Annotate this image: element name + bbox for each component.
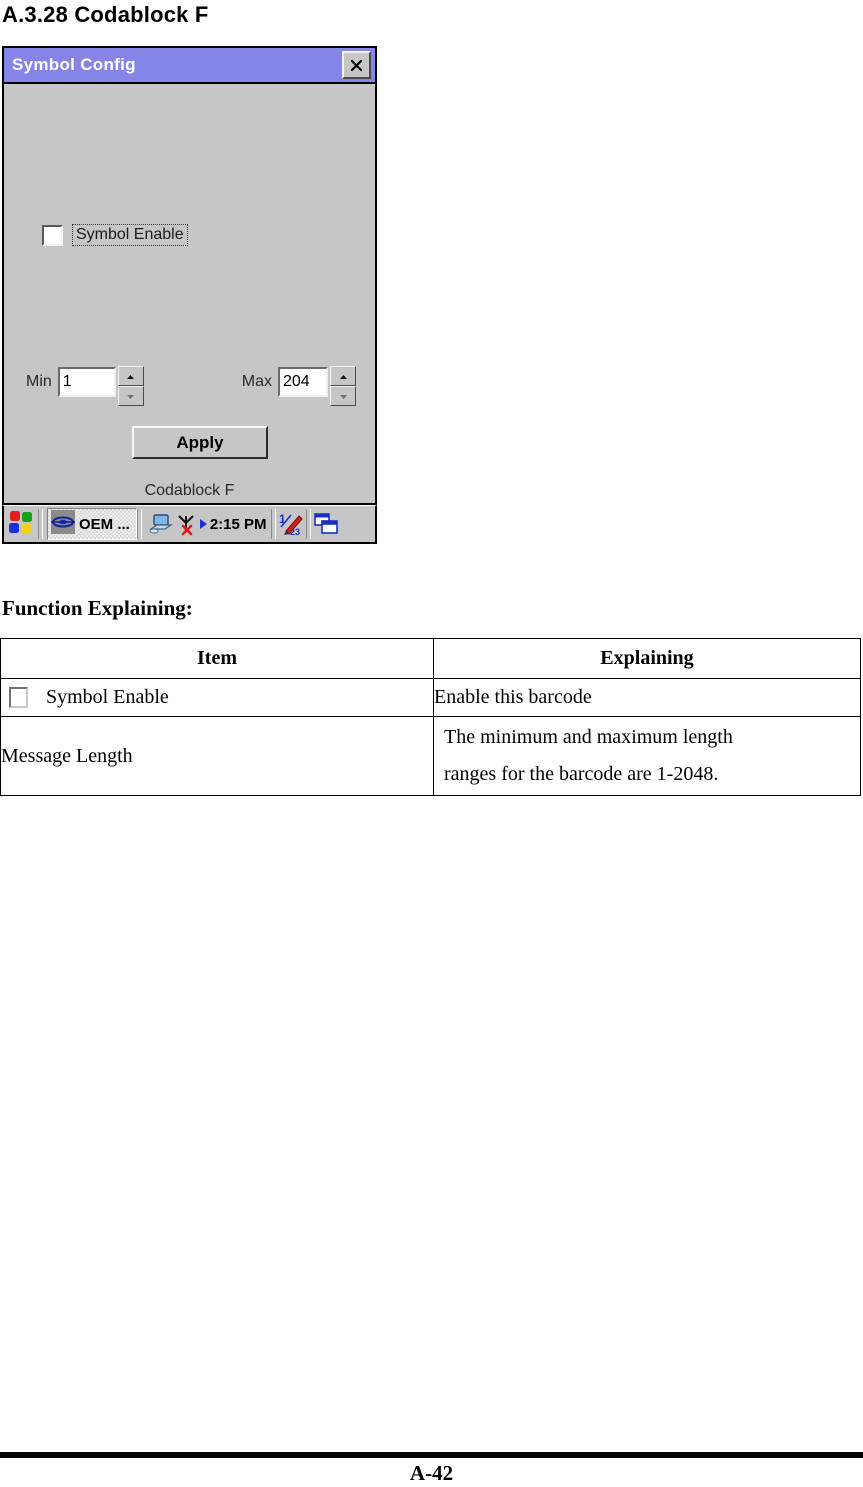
explaining-line-2: ranges for the barcode are 1-2048. (444, 763, 719, 785)
oem-app-icon (50, 509, 76, 540)
max-spinner-down[interactable] (330, 386, 356, 406)
antenna-disconnected-icon[interactable] (174, 512, 198, 536)
spinner-up-icon (126, 367, 135, 385)
symbol-enable-label: Symbol Enable (72, 224, 188, 246)
column-header-item: Item (0, 638, 434, 679)
dialog-title: Symbol Config (12, 55, 136, 74)
max-field-group: Max 204 (241, 366, 356, 406)
min-input[interactable]: 1 (57, 367, 116, 397)
input-panel-pen-icon[interactable]: 1 23 (276, 511, 306, 537)
column-header-explaining: Explaining (433, 638, 861, 679)
symbol-enable-checkbox[interactable] (42, 224, 63, 246)
min-spinner-up[interactable] (117, 366, 144, 386)
system-tray: 2:15 PM (148, 512, 271, 536)
max-input[interactable]: 204 (278, 367, 328, 397)
table-row: Symbol Enable Enable this barcode (0, 678, 861, 717)
table-header-row: Item Explaining (0, 638, 861, 679)
taskbar-divider-2 (136, 509, 142, 539)
cell-item-message-length: Message Length (0, 716, 434, 796)
dialog-titlebar: Symbol Config (4, 48, 375, 84)
taskbar-clock[interactable]: 2:15 PM (210, 516, 267, 533)
cell-item-symbol-enable: Symbol Enable (0, 678, 434, 717)
cell-explaining-message-length: The minimum and maximum length ranges fo… (433, 716, 861, 796)
min-label: Min (26, 373, 52, 390)
spinner-up-icon (339, 367, 348, 385)
max-spinner (330, 366, 356, 406)
device-screenshot: Symbol Config Symbol Enable Min 1 Max 20… (2, 46, 377, 544)
explaining-line-1: The minimum and maximum length (444, 726, 733, 748)
footer-page-number: A-42 (409, 1461, 454, 1485)
taskbar-divider (38, 509, 43, 539)
taskbar: OEM ... 2:15 PM 1 23 (2, 505, 377, 544)
max-spinner-up[interactable] (330, 366, 356, 386)
min-spinner-down[interactable] (117, 386, 144, 406)
table-item-label: Symbol Enable (46, 686, 169, 708)
table-symbol-enable-checkbox (9, 687, 28, 708)
close-icon (349, 58, 364, 73)
svg-text:1: 1 (279, 512, 286, 526)
close-button[interactable] (342, 51, 371, 79)
taskbar-task-label: OEM ... (79, 515, 130, 533)
page-title: A.3.28 Codablock F (2, 2, 209, 27)
function-explaining-table: Item Explaining Symbol Enable Enable thi… (0, 638, 861, 796)
footer-divider (0, 1452, 863, 1458)
symbology-caption: Codablock F (144, 482, 235, 499)
blue-triangle-icon[interactable] (198, 516, 208, 532)
window-stack-icon[interactable] (311, 512, 341, 536)
min-spinner (117, 366, 144, 406)
spinner-down-icon (339, 387, 348, 405)
function-explaining-label: Function Explaining: (2, 596, 193, 620)
start-button[interactable] (4, 507, 38, 541)
max-label: Max (241, 373, 272, 390)
desktop-pc-icon[interactable] (148, 512, 174, 536)
taskbar-task-button-oem[interactable]: OEM ... (47, 508, 137, 540)
min-field-group: Min 1 (26, 366, 144, 406)
windows-start-flag-icon (8, 509, 34, 540)
cell-explaining-symbol-enable: Enable this barcode (433, 678, 861, 717)
apply-button[interactable]: Apply (132, 426, 268, 459)
table-row: Message Length The minimum and maximum l… (0, 716, 861, 796)
dialog-client-area: Symbol Enable Min 1 Max 204 Apply Codabl… (4, 84, 375, 503)
symbol-config-dialog: Symbol Config Symbol Enable Min 1 Max 20… (2, 46, 377, 505)
message-length-row: Min 1 Max 204 (26, 366, 356, 406)
spinner-down-icon (126, 387, 135, 405)
symbol-enable-row: Symbol Enable (42, 224, 188, 246)
